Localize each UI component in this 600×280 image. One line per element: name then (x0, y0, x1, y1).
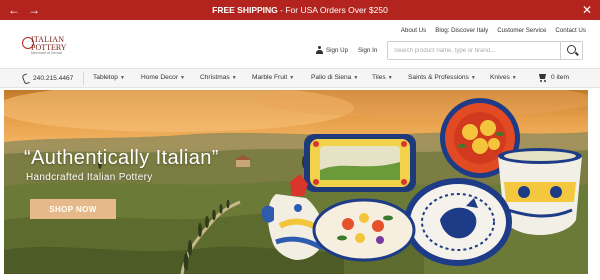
logo[interactable]: ITALIAN POTTERY Merchant of Deruta (22, 33, 70, 57)
sign-in-label: Sign In (358, 46, 378, 54)
close-icon[interactable]: ✕ (582, 2, 592, 18)
main-nav: 240.215.4467 Tabletop ▼ Home Decor ▼ Chris… (0, 68, 600, 88)
nav-item-label: Marble Fruit (252, 74, 288, 81)
nav-item-home-decor[interactable]: Home Decor ▼ (141, 74, 185, 81)
arrow-left-icon[interactable]: ← (8, 2, 20, 18)
promo-detail-text: - For USA Orders Over $250 (277, 5, 388, 15)
hero-banner[interactable]: “Authentically Italian” Handcrafted Ital… (4, 90, 588, 274)
cart-icon (538, 73, 547, 82)
nav-item-label: Tabletop (93, 74, 118, 81)
phone-label: 240.215.4467 (33, 74, 74, 82)
chevron-down-icon: ▼ (289, 75, 295, 81)
nav-item-knives[interactable]: Knives ▼ (490, 74, 517, 81)
chevron-down-icon: ▼ (511, 75, 517, 81)
promo-text: FREE SHIPPING - For USA Orders Over $250 (212, 5, 388, 15)
blog-link[interactable]: Blog: Discover Italy (435, 27, 488, 34)
top-links: About Us Blog: Discover Italy Customer S… (401, 27, 586, 34)
sign-in-link[interactable]: Sign In (358, 47, 377, 54)
nav-item-palio-di-siena[interactable]: Palio di Siena ▼ (311, 74, 358, 81)
sign-up-label: Sign Up (326, 46, 349, 54)
search-button[interactable] (560, 42, 582, 59)
nav-item-label: Knives (490, 74, 510, 81)
chevron-down-icon: ▼ (119, 75, 125, 81)
about-us-link[interactable]: About Us (401, 27, 426, 34)
search-icon-handle (575, 51, 579, 56)
customer-service-link[interactable]: Customer Service (497, 27, 546, 34)
phone-number[interactable]: 240.215.4467 (22, 74, 73, 82)
search-box (387, 41, 583, 60)
nav-item-label: Home Decor (141, 74, 179, 81)
promo-bar: ← → FREE SHIPPING - For USA Orders Over … (0, 0, 600, 20)
promo-bold-text: FREE SHIPPING (212, 5, 278, 15)
contact-us-link[interactable]: Contact Us (555, 27, 586, 34)
nav-item-label: Tiles (372, 74, 386, 81)
nav-divider (83, 72, 84, 85)
cart-button[interactable]: 0 item (538, 73, 569, 82)
nav-item-label: Palio di Siena (311, 74, 352, 81)
cart-count: 0 item (551, 74, 569, 81)
sign-up-link[interactable]: Sign Up (316, 46, 348, 54)
nav-item-label: Christmas (200, 74, 230, 81)
nav-item-tiles[interactable]: Tiles ▼ (372, 74, 393, 81)
chevron-down-icon: ▼ (353, 75, 359, 81)
chevron-down-icon: ▼ (387, 75, 393, 81)
nav-item-saints-professions[interactable]: Saints & Professions ▼ (408, 74, 476, 81)
logo-tagline: Merchant of Deruta (31, 51, 62, 55)
chevron-down-icon: ▼ (180, 75, 185, 81)
chevron-down-icon: ▼ (231, 75, 237, 81)
header: ITALIAN POTTERY Merchant of Deruta About… (0, 20, 600, 68)
arrow-right-icon[interactable]: → (28, 2, 40, 18)
hero-subtitle: Handcrafted Italian Pottery (26, 172, 153, 183)
search-input[interactable] (388, 42, 556, 59)
account-links: Sign Up Sign In (316, 46, 377, 54)
shop-now-button[interactable]: SHOP NOW (30, 199, 116, 219)
phone-icon (22, 74, 29, 82)
user-icon (316, 46, 323, 54)
nav-item-marble-fruit[interactable]: Marble Fruit ▼ (252, 74, 294, 81)
nav-item-tabletop[interactable]: Tabletop ▼ (93, 74, 125, 81)
nav-item-christmas[interactable]: Christmas ▼ (200, 74, 237, 81)
nav-item-label: Saints & Professions (408, 74, 469, 81)
chevron-down-icon: ▼ (470, 75, 476, 81)
hero-title: “Authentically Italian” (24, 147, 219, 169)
